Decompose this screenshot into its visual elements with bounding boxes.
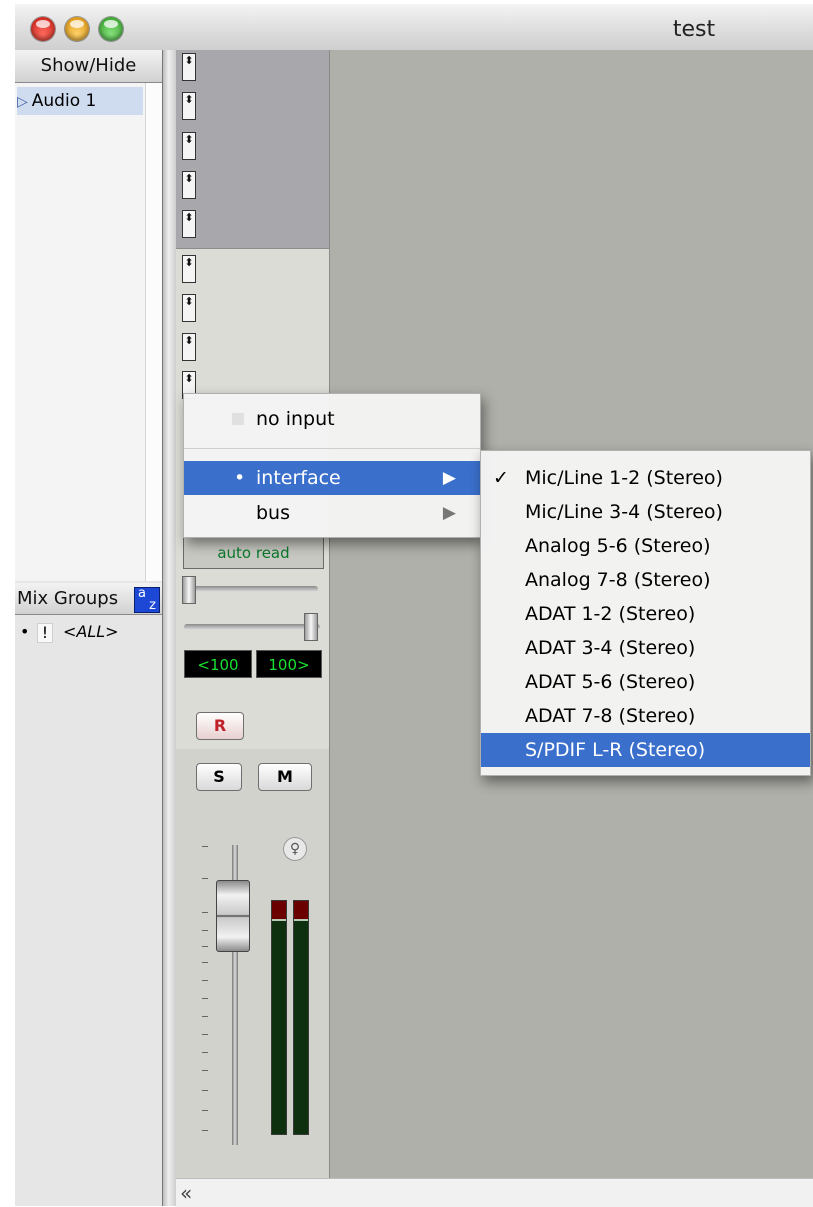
bottom-bar: « [176,1178,813,1207]
fader-tick [202,1070,208,1071]
submenu-item[interactable]: ADAT 5-6 (Stereo) [481,665,810,699]
fader-tick [202,878,208,879]
submenu-item-label: ADAT 3-4 (Stereo) [525,637,696,659]
submenu-item-label: ADAT 5-6 (Stereo) [525,671,696,693]
track-list: ▷ Audio 1 [15,83,145,581]
pan-slider-right-thumb[interactable] [304,613,318,641]
fader-tick [202,1034,208,1035]
menu-item-label: bus [256,502,291,524]
fader-tick [202,980,208,981]
submenu-item-label: Mic/Line 1-2 (Stereo) [525,467,723,489]
fader-tick [202,1090,208,1091]
group-flag: ! [37,623,53,643]
mute-button[interactable]: M [258,763,312,791]
checkmark-icon: ✓ [493,467,509,489]
submenu-item[interactable]: Mic/Line 3-4 (Stereo) [481,495,810,529]
input-selector-menu: no input • interface ▶ bus ▶ [183,393,481,538]
group-bullet: • [20,622,30,641]
track-expand-icon[interactable]: ▷ [17,94,28,110]
sort-az-icon[interactable]: az [134,587,160,613]
fader-tick [202,1016,208,1017]
title-bar: test [15,4,813,51]
selected-dot-icon: • [234,467,246,489]
submenu-item-label: ADAT 7-8 (Stereo) [525,705,696,727]
fader-tick [202,946,208,947]
submenu-arrow-icon: ▶ [442,468,456,488]
menu-item-bus[interactable]: bus ▶ [184,496,480,530]
menu-item-no-input[interactable]: no input [184,402,480,436]
group-row[interactable]: • ! <ALL> [15,620,162,644]
interface-submenu: ✓ Mic/Line 1-2 (Stereo) Mic/Line 3-4 (St… [480,450,811,776]
submenu-item-label: ADAT 1-2 (Stereo) [525,603,696,625]
pan-slider-left-thumb[interactable] [182,576,196,604]
fader-tick [202,998,208,999]
fader-tick [202,930,208,931]
pan-right-display[interactable]: 100> [256,650,322,678]
group-name: <ALL> [63,622,119,641]
insert-selector-1[interactable]: ⬍ [182,53,196,81]
menu-item-label: no input [256,408,335,430]
left-panel: Show/Hide ▷ Audio 1 Mix Groups az • ! <AL… [15,50,163,1206]
insert-selector-3[interactable]: ⬍ [182,132,196,160]
clip-indicator-right[interactable] [294,901,308,921]
pan-slider-left-track [182,586,318,592]
item-checkbox [232,413,244,425]
record-enable-button[interactable]: R [196,712,244,740]
submenu-item-label: S/PDIF L-R (Stereo) [525,739,706,761]
send-selector-2[interactable]: ⬍ [182,294,196,322]
track-name: Audio 1 [31,91,97,111]
menu-item-label: interface [256,467,341,489]
insert-selector-5[interactable]: ⬍ [182,210,196,238]
track-list-item[interactable]: ▷ Audio 1 [17,87,143,115]
submenu-item[interactable]: Analog 7-8 (Stereo) [481,563,810,597]
fader-tick [202,1052,208,1053]
mix-groups-title: Mix Groups [17,588,119,609]
channel-strip: ⬍ ⬍ ⬍ ⬍ ⬍ ⬍ ⬍ ⬍ ⬍ auto read <100 100> R … [176,50,329,1206]
output-pan-icon[interactable]: ♀ [283,837,307,861]
pan-slider-right-track [184,624,320,630]
submenu-item[interactable]: ADAT 3-4 (Stereo) [481,631,810,665]
submenu-item-label: Mic/Line 3-4 (Stereo) [525,501,723,523]
collapse-panel-icon[interactable]: « [180,1181,192,1205]
track-list-scrollbar[interactable] [145,83,163,581]
submenu-item[interactable]: ADAT 1-2 (Stereo) [481,597,810,631]
mix-groups-header[interactable]: Mix Groups az [15,583,162,615]
fader-tick [202,1110,208,1111]
inserts-section: ⬍ ⬍ ⬍ ⬍ ⬍ [176,50,329,249]
submenu-item-highlighted[interactable]: S/PDIF L-R (Stereo) [481,733,810,767]
automation-mode-button[interactable]: auto read [183,537,324,569]
window-title: test [672,17,716,42]
submenu-item[interactable]: ✓ Mic/Line 1-2 (Stereo) [481,461,810,495]
pan-left-display[interactable]: <100 [184,650,252,678]
fader-tick [202,846,208,847]
submenu-arrow-icon: ▶ [442,503,456,523]
fader-tick [202,1130,208,1131]
menu-separator [184,448,480,449]
clip-indicator-left[interactable] [272,901,286,921]
show-hide-header[interactable]: Show/Hide [15,50,162,83]
fader-tick [202,912,208,913]
submenu-item[interactable]: ADAT 7-8 (Stereo) [481,699,810,733]
insert-selector-4[interactable]: ⬍ [182,171,196,199]
submenu-item-label: Analog 7-8 (Stereo) [525,569,711,591]
volume-fader-handle[interactable] [216,880,250,952]
level-meter-left [271,900,287,1135]
send-selector-3[interactable]: ⬍ [182,333,196,361]
submenu-item[interactable]: Analog 5-6 (Stereo) [481,529,810,563]
menu-item-interface[interactable]: • interface ▶ [184,461,480,495]
solo-button[interactable]: S [196,763,242,791]
fader-tick [202,962,208,963]
insert-selector-2[interactable]: ⬍ [182,92,196,120]
submenu-item-label: Analog 5-6 (Stereo) [525,535,711,557]
send-selector-1[interactable]: ⬍ [182,255,196,283]
level-meter-right [293,900,309,1135]
